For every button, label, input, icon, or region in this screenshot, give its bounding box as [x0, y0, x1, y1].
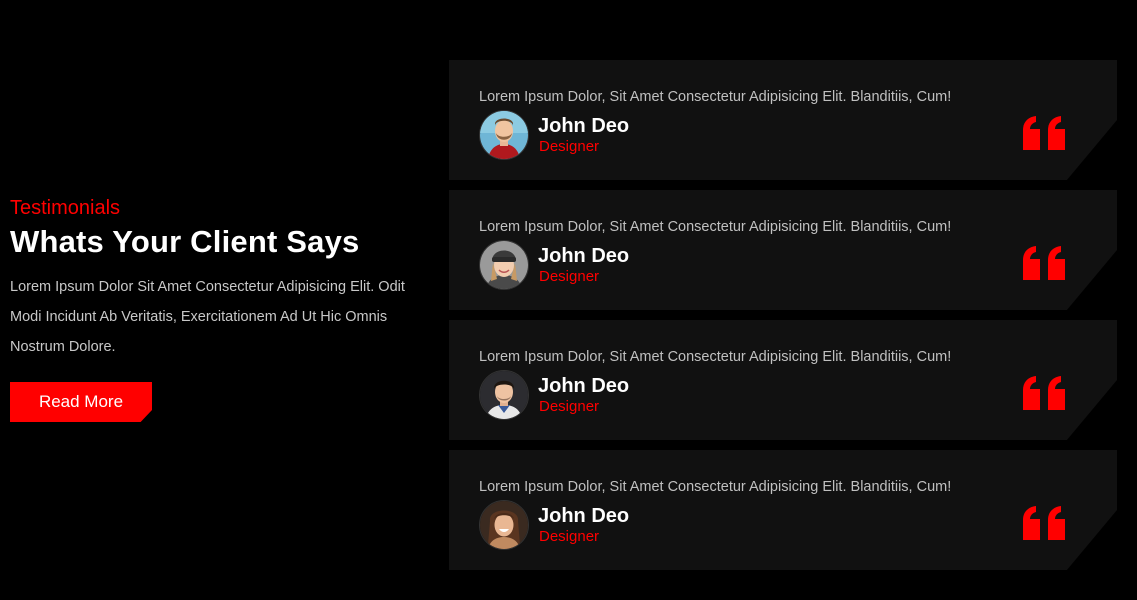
intro-paragraph: Lorem Ipsum Dolor Sit Amet Consectetur A… — [10, 279, 405, 355]
client-name: John Deo — [538, 375, 630, 397]
section-eyebrow: Testimonials — [10, 197, 121, 219]
testimonial-text: Lorem Ipsum Dolor, Sit Amet Consectetur … — [479, 349, 952, 365]
woman-in-beanie-avatar — [479, 240, 529, 290]
testimonial-text: Lorem Ipsum Dolor, Sit Amet Consectetur … — [479, 479, 952, 495]
intro-block: Testimonials Whats Your Client Says Lore… — [10, 196, 430, 422]
client-name: John Deo — [538, 505, 630, 527]
quote-icon — [1023, 116, 1065, 150]
man-dark-hair-avatar — [479, 370, 529, 420]
client-name: John Deo — [538, 245, 630, 267]
testimonial-card: Lorem Ipsum Dolor, Sit Amet Consectetur … — [449, 320, 1117, 440]
client-role: Designer — [539, 398, 600, 415]
testimonial-text: Lorem Ipsum Dolor, Sit Amet Consectetur … — [479, 89, 952, 105]
testimonial-card: Lorem Ipsum Dolor, Sit Amet Consectetur … — [449, 60, 1117, 180]
testimonials-section: Testimonials Whats Your Client Says Lore… — [0, 0, 1137, 600]
testimonial-text: Lorem Ipsum Dolor, Sit Amet Consectetur … — [479, 219, 952, 235]
quote-icon — [1023, 506, 1065, 540]
client-role: Designer — [539, 138, 600, 155]
quote-icon — [1023, 246, 1065, 280]
testimonial-list: Lorem Ipsum Dolor, Sit Amet Consectetur … — [449, 60, 1117, 580]
man-with-beard-avatar — [479, 110, 529, 160]
woman-smiling-avatar — [479, 500, 529, 550]
client-role: Designer — [539, 268, 600, 285]
read-more-button[interactable]: Read More — [10, 382, 152, 422]
section-heading: Whats Your Client Says — [10, 224, 360, 259]
testimonial-card: Lorem Ipsum Dolor, Sit Amet Consectetur … — [449, 190, 1117, 310]
client-role: Designer — [539, 528, 600, 545]
client-name: John Deo — [538, 115, 630, 137]
testimonial-card: Lorem Ipsum Dolor, Sit Amet Consectetur … — [449, 450, 1117, 570]
quote-icon — [1023, 376, 1065, 410]
